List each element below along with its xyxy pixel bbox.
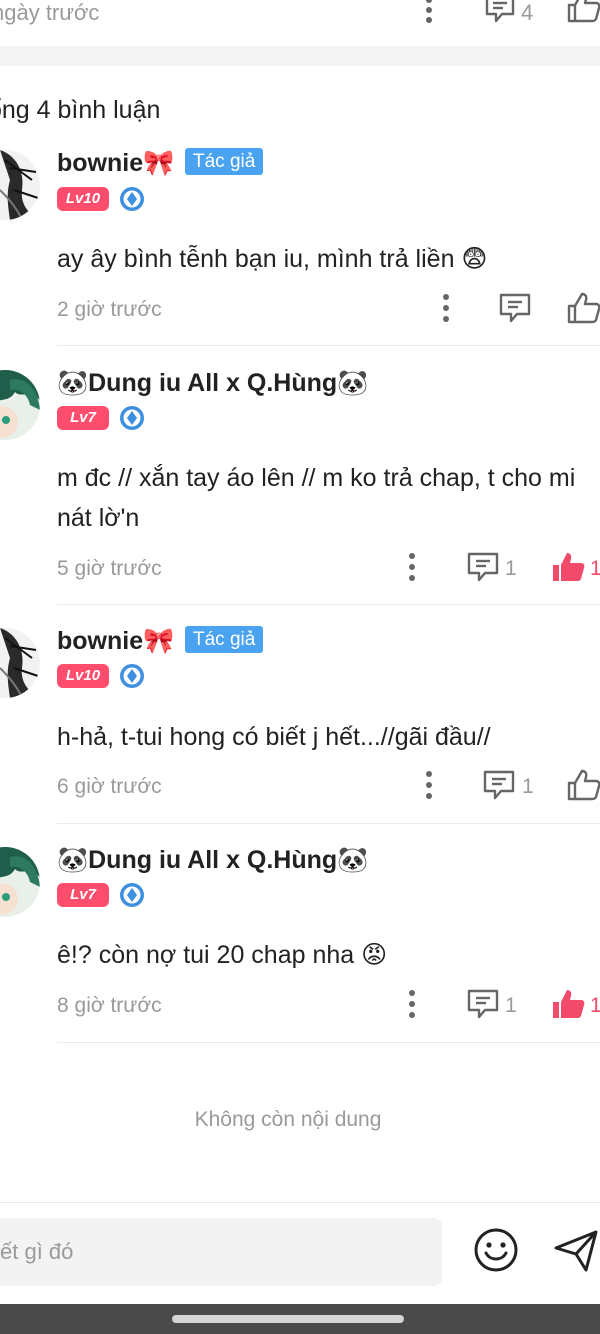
- comment-divider: [57, 345, 600, 346]
- composer-divider: [0, 1202, 600, 1203]
- comment-item: bownie🎀 Tác giả Lv10 ay ây bình tễnh bạn…: [0, 140, 600, 350]
- rank-shield-icon: [120, 187, 144, 211]
- comment-item: 🐼Dung iu All x Q.Hùng🐼 Lv7 m đc // xắn t…: [0, 360, 600, 610]
- comment-author-name[interactable]: 🐼Dung iu All x Q.Hùng🐼: [57, 845, 368, 875]
- more-options-icon[interactable]: [402, 551, 422, 583]
- avatar[interactable]: [0, 370, 40, 440]
- level-badge: Lv10: [57, 664, 109, 688]
- comment-item: bownie🎀 Tác giả Lv10 h-hả, t-tui hong có…: [0, 618, 600, 828]
- comment-input[interactable]: ết gì đó: [0, 1218, 442, 1286]
- comment-divider: [57, 823, 600, 824]
- end-of-content-label: Không còn nội dung: [194, 1108, 382, 1131]
- level-badge: Lv10: [57, 187, 109, 211]
- level-badge: Lv7: [57, 406, 109, 430]
- comment-author-name[interactable]: 🐼Dung iu All x Q.Hùng🐼: [57, 368, 368, 398]
- comments-total: ổng 4 bình luận: [0, 96, 161, 124]
- comment-time: 6 giờ trước: [57, 775, 162, 798]
- avatar[interactable]: [0, 628, 40, 698]
- comment-icon[interactable]: [484, 0, 516, 24]
- author-badge: Tác giả: [185, 626, 264, 653]
- home-indicator[interactable]: [172, 1315, 404, 1323]
- thumbs-up-icon[interactable]: [566, 291, 600, 325]
- thumbs-up-icon[interactable]: [566, 0, 600, 24]
- rank-shield-icon: [120, 406, 144, 430]
- reply-icon[interactable]: [466, 988, 500, 1020]
- post-time: ngày trước: [0, 0, 100, 25]
- thumbs-up-icon[interactable]: [566, 768, 600, 802]
- comment-time: 8 giờ trước: [57, 994, 162, 1017]
- comment-text: m đc // xắn tay áo lên // m ko trả chap,…: [57, 464, 576, 532]
- rank-shield-icon: [120, 664, 144, 688]
- comment-time: 5 giờ trước: [57, 557, 162, 580]
- reply-count: 1: [505, 557, 517, 580]
- reply-icon[interactable]: [498, 292, 532, 324]
- comment-text: h-hả, t-tui hong có biết j hết...//gãi đ…: [57, 723, 491, 751]
- comment-item: 🐼Dung iu All x Q.Hùng🐼 Lv7 ê!? còn nợ tu…: [0, 837, 600, 1047]
- emoji-icon[interactable]: [472, 1226, 520, 1274]
- avatar[interactable]: [0, 150, 40, 220]
- comment-divider: [57, 604, 600, 605]
- more-options-icon[interactable]: [402, 988, 422, 1020]
- section-separator: [0, 46, 600, 66]
- reply-icon[interactable]: [466, 551, 500, 583]
- thumbs-up-filled-icon[interactable]: [550, 987, 586, 1021]
- level-badge: Lv7: [57, 883, 109, 907]
- comment-time: 2 giờ trước: [57, 298, 162, 321]
- comment-divider: [57, 1042, 600, 1043]
- like-count: 1: [590, 994, 600, 1017]
- like-count: 1: [590, 557, 600, 580]
- system-nav-bar: [0, 1304, 600, 1334]
- author-badge: Tác giả: [185, 148, 264, 175]
- post-comment-count: 4: [521, 0, 534, 25]
- comment-author-name[interactable]: bownie🎀: [57, 148, 174, 178]
- reply-count: 1: [505, 994, 517, 1017]
- comment-text: ay ây bình tễnh bạn iu, mình trả liền 😨: [57, 245, 488, 273]
- more-options-icon[interactable]: [418, 0, 440, 26]
- send-icon[interactable]: [552, 1226, 600, 1274]
- thumbs-up-filled-icon[interactable]: [550, 550, 586, 584]
- more-options-icon[interactable]: [419, 769, 439, 801]
- comment-text: ê!? còn nợ tui 20 chap nha 😡: [57, 941, 388, 969]
- avatar[interactable]: [0, 847, 40, 917]
- reply-count: 1: [522, 775, 534, 798]
- post-meta-bar: ngày trước 4: [0, 0, 600, 46]
- comment-author-name[interactable]: bownie🎀: [57, 626, 174, 656]
- rank-shield-icon: [120, 883, 144, 907]
- more-options-icon[interactable]: [436, 292, 456, 324]
- reply-icon[interactable]: [482, 769, 516, 801]
